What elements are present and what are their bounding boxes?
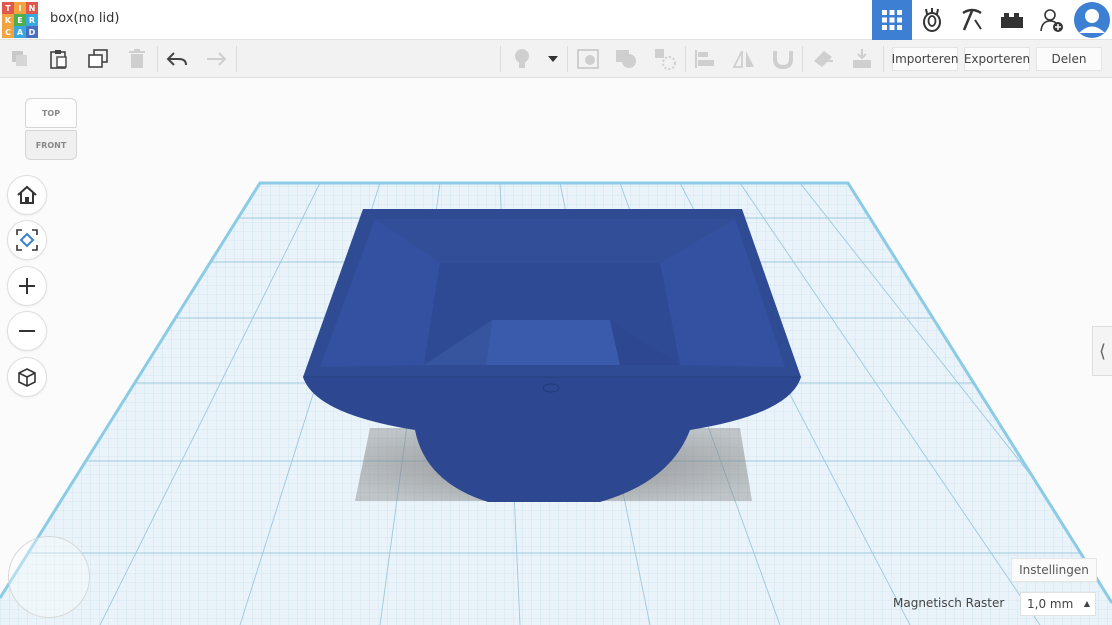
logo-letter: N	[26, 2, 38, 14]
3d-workspace[interactable]: TOP FRONT ⟨ Instellingen Magnetisch Rast…	[0, 78, 1112, 625]
ungroup-button[interactable]	[652, 46, 678, 72]
3d-view-grid-button[interactable]	[872, 0, 912, 40]
logo-letter: D	[26, 26, 38, 38]
logo-letter: C	[2, 26, 14, 38]
add-user-icon	[1040, 9, 1063, 32]
minus-icon	[19, 330, 35, 332]
share-button[interactable]: Delen	[1036, 47, 1102, 71]
logo-letter: K	[2, 14, 14, 26]
invite-user-button[interactable]	[1032, 0, 1072, 40]
notes-dropdown[interactable]	[542, 46, 564, 72]
group-view-button[interactable]	[575, 46, 601, 72]
shapes-panel-toggle[interactable]: ⟨	[1092, 326, 1112, 376]
workplane-button[interactable]	[810, 46, 836, 72]
undo-button[interactable]	[164, 46, 190, 72]
settings-button[interactable]: Instellingen	[1011, 558, 1097, 582]
drop-icon	[853, 49, 871, 68]
align-icon	[695, 50, 714, 68]
brick-icon	[1001, 13, 1023, 28]
view-cube-top[interactable]: TOP	[25, 98, 77, 128]
duplicate-button[interactable]	[85, 46, 111, 72]
logo-letter: I	[14, 2, 26, 14]
magnet-icon	[773, 51, 793, 69]
codeblocks-button[interactable]	[952, 0, 992, 40]
orbit-joystick[interactable]	[8, 536, 90, 618]
document-title[interactable]: box(no lid)	[50, 11, 119, 26]
home-icon	[17, 185, 37, 204]
group-icon	[616, 50, 636, 68]
user-avatar[interactable]	[1072, 0, 1112, 40]
view-cube[interactable]: TOP FRONT	[22, 98, 80, 164]
top-bar: TINKERCAD box(no lid)	[0, 0, 1112, 40]
clipboard-icon	[50, 50, 67, 69]
pickaxe-icon	[962, 8, 982, 31]
delete-button[interactable]	[124, 46, 150, 72]
circuits-icon	[923, 8, 941, 32]
home-view-button[interactable]	[7, 175, 47, 215]
plus-icon	[19, 278, 35, 294]
logo-letter: R	[26, 14, 38, 26]
lightbulb-icon	[515, 49, 529, 68]
paste-button[interactable]	[46, 46, 72, 72]
view-cube-front[interactable]: FRONT	[25, 130, 77, 160]
redo-button[interactable]	[203, 46, 229, 72]
chevron-left-icon: ⟨	[1098, 340, 1107, 362]
undo-icon	[166, 52, 187, 66]
fit-view-icon	[16, 229, 38, 251]
logo-letter: A	[14, 26, 26, 38]
drop-button[interactable]	[849, 46, 875, 72]
avatar-icon	[1074, 2, 1110, 38]
perspective-toggle-button[interactable]	[7, 357, 47, 397]
cube-icon	[18, 368, 36, 387]
group-view-icon	[577, 49, 599, 69]
ungroup-icon	[655, 49, 676, 70]
caret-up-icon: ▲	[1083, 599, 1090, 608]
3d-view-grid-icon	[882, 10, 902, 30]
mirror-button[interactable]	[731, 46, 757, 72]
redo-icon	[207, 52, 227, 66]
snap-grid-select[interactable]: 1,0 mm ▲	[1020, 592, 1096, 616]
copy-button[interactable]	[7, 46, 33, 72]
circuits-button[interactable]	[912, 0, 952, 40]
lessons-button[interactable]	[992, 0, 1032, 40]
notes-button[interactable]	[509, 46, 535, 72]
workplane-canvas[interactable]	[0, 78, 1112, 625]
align-button[interactable]	[692, 46, 718, 72]
trash-icon	[129, 49, 145, 68]
import-button[interactable]: Importeren	[892, 47, 958, 71]
fit-view-button[interactable]	[7, 220, 47, 260]
logo-letter: E	[14, 14, 26, 26]
group-button[interactable]	[613, 46, 639, 72]
tinkercad-logo[interactable]: TINKERCAD	[2, 2, 38, 38]
mirror-icon	[732, 50, 754, 68]
snap-grid-value: 1,0 mm	[1027, 597, 1074, 611]
cruise-button[interactable]	[770, 46, 796, 72]
workplane-icon	[814, 51, 833, 67]
logo-letter: T	[2, 2, 14, 14]
top-nav	[872, 0, 1112, 40]
zoom-in-button[interactable]	[7, 266, 47, 306]
zoom-out-button[interactable]	[7, 311, 47, 351]
copy-icon	[12, 51, 27, 66]
snap-grid-label: Magnetisch Raster	[893, 596, 1005, 610]
edit-toolbar: Importeren Exporteren Delen	[0, 40, 1112, 78]
caret-down-icon	[548, 56, 558, 62]
duplicate-icon	[88, 49, 108, 68]
export-button[interactable]: Exporteren	[964, 47, 1030, 71]
